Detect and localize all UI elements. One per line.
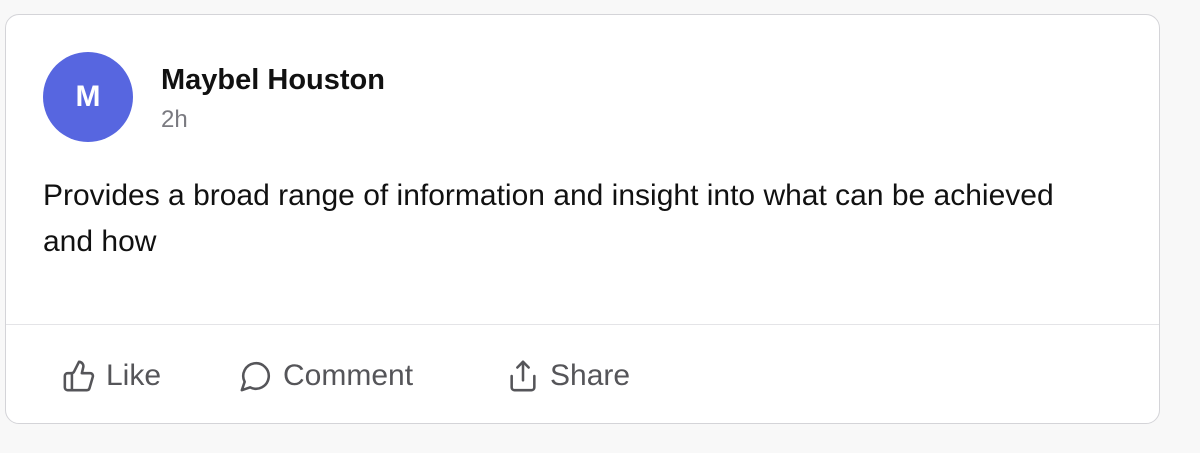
comment-button[interactable]: Comment bbox=[239, 355, 413, 397]
like-button[interactable]: Like bbox=[62, 355, 161, 397]
share-upload-icon bbox=[506, 359, 540, 393]
author-name[interactable]: Maybel Houston bbox=[161, 64, 385, 97]
speech-bubble-icon bbox=[239, 359, 273, 393]
post-text: Provides a broad range of information an… bbox=[43, 179, 1054, 258]
share-button[interactable]: Share bbox=[506, 355, 630, 397]
post-card: M Maybel Houston 2h Provides a broad ran… bbox=[5, 14, 1160, 424]
post-actions: Like Comment Share bbox=[6, 325, 1159, 425]
post-timestamp: 2h bbox=[161, 106, 188, 133]
comment-label: Comment bbox=[283, 359, 414, 392]
like-label: Like bbox=[106, 359, 162, 392]
share-label: Share bbox=[550, 359, 631, 392]
avatar[interactable]: M bbox=[43, 52, 133, 142]
thumbs-up-icon bbox=[62, 359, 96, 393]
